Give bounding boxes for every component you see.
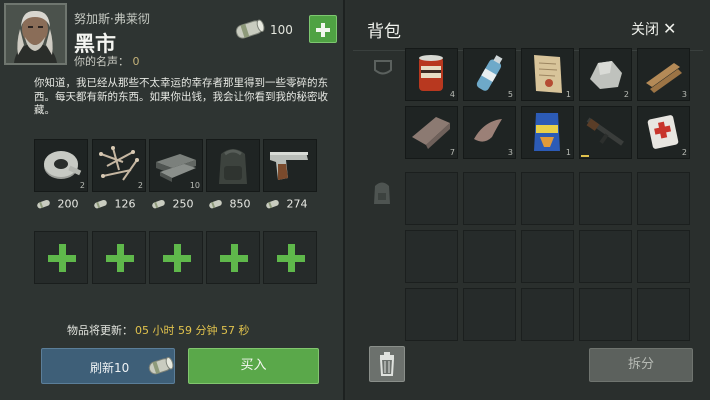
item-count: 2: [623, 90, 629, 99]
item-price: 850: [208, 197, 251, 211]
currency-amount: 100: [270, 23, 293, 37]
refresh-button[interactable]: 刷新10: [41, 348, 175, 384]
add-item-slot[interactable]: [149, 231, 203, 284]
backpack-slot-empty[interactable]: [463, 230, 516, 283]
item-count: 7: [449, 148, 455, 157]
reputation-label: 你的名声：: [74, 55, 129, 68]
backpack-slot-empty[interactable]: [521, 288, 574, 341]
refresh-timer-label: 物品将更新：: [67, 324, 133, 337]
add-item-slot[interactable]: [263, 231, 317, 284]
backpack-slot[interactable]: 3: [463, 106, 516, 159]
trash-button[interactable]: [369, 346, 405, 382]
add-item-slot[interactable]: [206, 231, 260, 284]
shop-item-slot[interactable]: 10: [149, 139, 203, 192]
item-count: 5: [507, 90, 513, 99]
cash-roll-icon: [148, 356, 174, 375]
backpack-slot-empty[interactable]: [463, 288, 516, 341]
item-count: 3: [681, 90, 687, 99]
backpack-slot-empty[interactable]: [521, 172, 574, 225]
item-count: 10: [189, 181, 200, 190]
trader-panel: 努加斯·弗莱彻 黑市 你的名声： 0 100 你知道，我已经从那些不太幸运的幸存…: [0, 0, 345, 400]
close-button[interactable]: 关闭 ✕: [631, 19, 676, 41]
backpack-slot[interactable]: 2: [637, 106, 690, 159]
trader-description: 你知道，我已经从那些不太幸运的幸存者那里得到一些零碎的东西。每天都有新的东西。如…: [34, 77, 328, 116]
equipped-indicator: [581, 155, 589, 157]
backpack-slot[interactable]: 1: [521, 106, 574, 159]
close-icon: ✕: [663, 19, 677, 38]
backpack-panel: 背包 关闭 ✕ 4 5 1 2 3 7 3 1 2 拆分: [347, 0, 710, 400]
trash-icon: [379, 352, 395, 376]
reputation-value: 0: [132, 55, 140, 68]
cash-roll-icon: [94, 199, 107, 209]
backpack-slot-empty[interactable]: [637, 288, 690, 341]
trader-portrait: [4, 3, 67, 65]
add-item-slot[interactable]: [34, 231, 88, 284]
shop-item-slot[interactable]: 2: [92, 139, 146, 192]
item-count: 2: [137, 181, 143, 190]
reputation: 你的名声： 0: [74, 53, 140, 69]
backpack-slot[interactable]: 2: [579, 48, 632, 101]
shop-item-slot[interactable]: 2: [34, 139, 88, 192]
backpack-slot-empty[interactable]: [637, 172, 690, 225]
pocket-icon: [374, 60, 392, 75]
backpack-slot-empty[interactable]: [521, 230, 574, 283]
shop-item-slot[interactable]: [263, 139, 317, 192]
cash-roll-icon: [209, 199, 222, 209]
pistol-icon: [270, 152, 308, 180]
cash-roll-icon: [37, 199, 50, 209]
item-count: 2: [681, 148, 687, 157]
backpack-slot[interactable]: 7: [405, 106, 458, 159]
item-price: 250: [151, 197, 194, 211]
add-item-slot[interactable]: [92, 231, 146, 284]
item-price: 274: [265, 197, 308, 211]
backpack-title: 背包: [367, 22, 401, 42]
backpack-slot-empty[interactable]: [579, 230, 632, 283]
backpack-slot-empty[interactable]: [637, 230, 690, 283]
item-count: 4: [449, 90, 455, 99]
close-label: 关闭: [631, 22, 659, 38]
backpack-slot[interactable]: [579, 106, 632, 159]
item-count: 1: [565, 90, 571, 99]
assault-rifle-icon: [586, 117, 624, 146]
refresh-timer-value: 05 小时 59 分钟 57 秒: [135, 324, 250, 337]
backpack-slot-empty[interactable]: [579, 288, 632, 341]
refresh-button-label: 刷新10: [90, 361, 130, 375]
item-price: 126: [93, 197, 136, 211]
backpack-slot-empty[interactable]: [405, 288, 458, 341]
buy-button[interactable]: 买入: [188, 348, 319, 384]
split-button[interactable]: 拆分: [589, 348, 693, 382]
add-currency-button[interactable]: [309, 15, 337, 43]
backpack-slot[interactable]: 5: [463, 48, 516, 101]
item-count: 1: [565, 148, 571, 157]
backpack-slot[interactable]: 4: [405, 48, 458, 101]
backpack-icon: [374, 182, 390, 204]
cash-roll-icon: [232, 17, 266, 41]
backpack-slot-empty[interactable]: [405, 230, 458, 283]
shop-item-slot[interactable]: [206, 139, 260, 192]
item-count: 2: [79, 181, 85, 190]
cash-roll-icon: [152, 199, 165, 209]
backpack-slot-empty[interactable]: [463, 172, 516, 225]
backpack-slot[interactable]: 3: [637, 48, 690, 101]
backpack-slot-empty[interactable]: [405, 172, 458, 225]
item-count: 3: [507, 148, 513, 157]
backpack-slot-empty[interactable]: [579, 172, 632, 225]
item-price: 200: [36, 197, 79, 211]
backpack-slot[interactable]: 1: [521, 48, 574, 101]
backpack-icon: [219, 149, 247, 184]
trader-name: 努加斯·弗莱彻: [74, 12, 150, 26]
cash-roll-icon: [266, 199, 279, 209]
